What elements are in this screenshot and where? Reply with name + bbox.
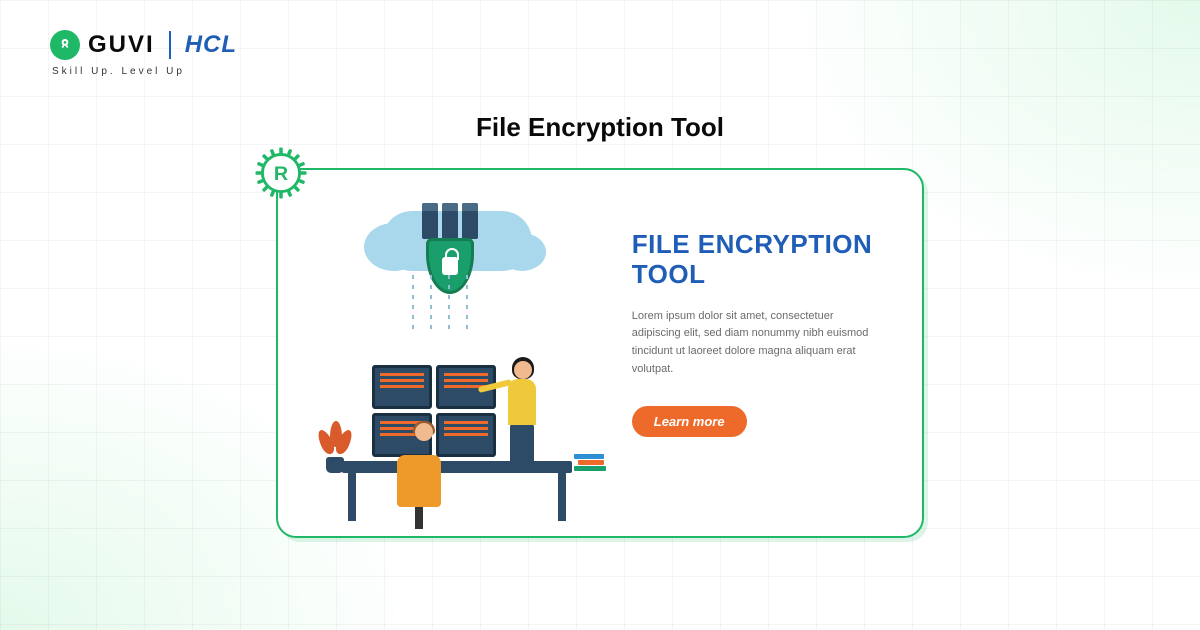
seated-person-icon — [397, 423, 447, 507]
brand-header: GUVI HCL Skill Up. Level Up — [50, 30, 237, 77]
card-illustration — [278, 170, 626, 536]
card-description: Lorem ipsum dolor sit amet, consectetuer… — [632, 308, 882, 378]
page-title: File Encryption Tool — [476, 112, 724, 143]
hcl-wordmark: HCL — [185, 31, 237, 59]
card-content: FILE ENCRYPTION TOOL Lorem ipsum dolor s… — [626, 170, 922, 536]
guvi-wordmark: GUVI — [88, 31, 155, 59]
guvi-logo: GUVI — [50, 30, 155, 60]
books-icon — [574, 453, 610, 473]
logo-row: GUVI HCL — [50, 30, 237, 60]
feature-card: R FILE ENCRYPTION TOOL Lorem i — [276, 168, 924, 538]
brand-tagline: Skill Up. Level Up — [52, 66, 237, 77]
lock-icon — [442, 257, 458, 275]
logo-divider — [169, 31, 171, 59]
plant-icon — [320, 413, 350, 473]
learn-more-button[interactable]: Learn more — [632, 406, 747, 437]
monitor-icon — [372, 365, 432, 409]
standing-person-icon — [502, 353, 558, 473]
guvi-mark-icon — [50, 30, 80, 60]
card-title: FILE ENCRYPTION TOOL — [632, 230, 892, 290]
